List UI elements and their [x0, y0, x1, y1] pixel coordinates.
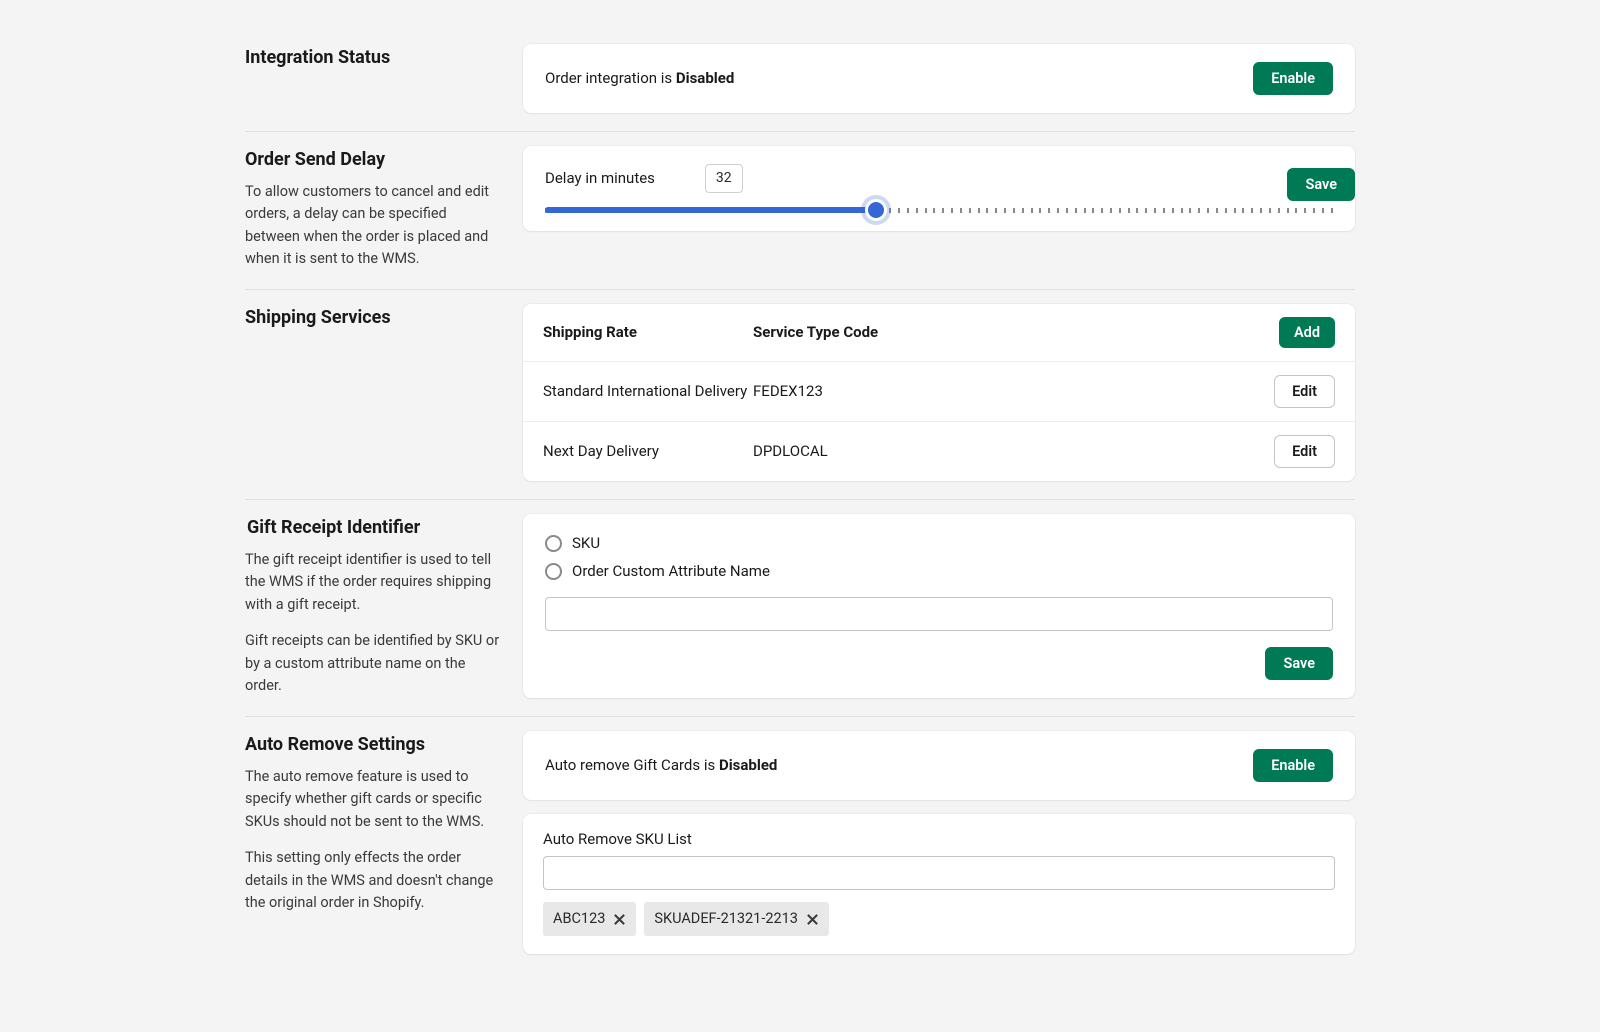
auto-remove-desc-1: The auto remove feature is used to speci… — [245, 766, 503, 833]
sku-tag-label: SKUADEF-21321-2213 — [654, 908, 798, 930]
remove-tag-icon[interactable] — [806, 913, 819, 926]
integration-status-text: Order integration is Disabled — [545, 67, 734, 90]
shipping-table-head: Shipping Rate Service Type Code Add — [523, 304, 1355, 362]
integration-status-card: Order integration is Disabled Enable — [523, 44, 1355, 113]
shipping-rate-cell: Standard International Delivery — [543, 380, 753, 403]
integration-status-state: Disabled — [676, 69, 734, 87]
auto-remove-sku-input[interactable] — [543, 856, 1335, 890]
auto-remove-status-prefix: Auto remove Gift Cards is — [545, 756, 719, 774]
gift-receipt-radio-attr[interactable]: Order Custom Attribute Name — [545, 560, 1333, 583]
gift-receipt-desc-1: The gift receipt identifier is used to t… — [245, 549, 503, 616]
gift-receipt-desc-2: Gift receipts can be identified by SKU o… — [245, 630, 503, 697]
shipping-row: Standard International Delivery FEDEX123… — [523, 362, 1355, 422]
order-send-delay-title: Order Send Delay — [245, 146, 503, 173]
shipping-col-rate: Shipping Rate — [543, 321, 753, 344]
integration-status-title: Integration Status — [245, 44, 503, 71]
delay-slider[interactable] — [545, 207, 1333, 213]
radio-icon — [545, 535, 562, 552]
delay-value: 32 — [705, 164, 743, 193]
integration-status-prefix: Order integration is — [545, 69, 676, 87]
auto-remove-status-text: Auto remove Gift Cards is Disabled — [545, 754, 777, 777]
shipping-code-cell: DPDLOCAL — [753, 440, 1274, 463]
remove-tag-icon[interactable] — [613, 913, 626, 926]
edit-shipping-button[interactable]: Edit — [1274, 375, 1335, 408]
radio-icon — [545, 563, 562, 580]
shipping-col-code: Service Type Code — [753, 321, 1279, 344]
gift-receipt-card: SKU Order Custom Attribute Name Save — [523, 514, 1355, 698]
save-delay-button[interactable]: Save — [1287, 168, 1355, 201]
sku-tag: SKUADEF-21321-2213 — [644, 902, 829, 936]
shipping-row: Next Day Delivery DPDLOCAL Edit — [523, 422, 1355, 481]
shipping-services-title: Shipping Services — [245, 304, 503, 331]
gift-receipt-input[interactable] — [545, 597, 1333, 631]
order-send-delay-card: Delay in minutes 32 Save — [523, 146, 1355, 231]
gift-receipt-radio-sku[interactable]: SKU — [545, 532, 1333, 555]
edit-shipping-button[interactable]: Edit — [1274, 435, 1335, 468]
add-shipping-button[interactable]: Add — [1279, 317, 1335, 348]
sku-tag-label: ABC123 — [553, 908, 605, 930]
order-send-delay-description: To allow customers to cancel and edit or… — [245, 181, 503, 271]
auto-remove-status-state: Disabled — [719, 756, 777, 774]
enable-auto-remove-button[interactable]: Enable — [1253, 749, 1333, 782]
shipping-code-cell: FEDEX123 — [753, 380, 1274, 403]
auto-remove-sku-card: Auto Remove SKU List ABC123 SKUADEF-2132… — [523, 814, 1355, 954]
auto-remove-sku-label: Auto Remove SKU List — [543, 828, 1335, 851]
delay-label: Delay in minutes — [545, 167, 655, 190]
shipping-services-card: Shipping Rate Service Type Code Add Stan… — [523, 304, 1355, 481]
gift-receipt-title: Gift Receipt Identifier — [245, 514, 503, 541]
sku-tag: ABC123 — [543, 902, 636, 936]
enable-integration-button[interactable]: Enable — [1253, 62, 1333, 95]
auto-remove-status-card: Auto remove Gift Cards is Disabled Enabl… — [523, 731, 1355, 800]
shipping-rate-cell: Next Day Delivery — [543, 440, 753, 463]
delay-slider-thumb[interactable] — [865, 199, 887, 221]
gift-receipt-radio-label: SKU — [572, 532, 600, 555]
auto-remove-title: Auto Remove Settings — [245, 731, 503, 758]
auto-remove-desc-2: This setting only effects the order deta… — [245, 847, 503, 914]
gift-receipt-save-button[interactable]: Save — [1265, 647, 1333, 680]
gift-receipt-radio-label: Order Custom Attribute Name — [572, 560, 770, 583]
